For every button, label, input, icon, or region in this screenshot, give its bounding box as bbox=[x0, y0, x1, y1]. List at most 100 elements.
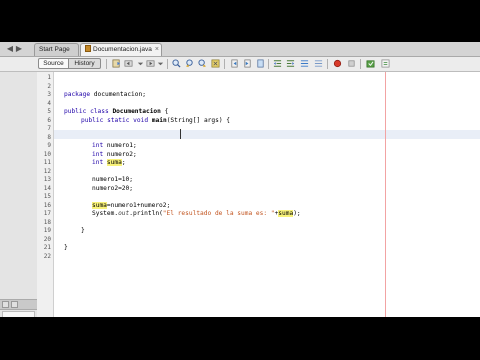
code-text: ); bbox=[293, 210, 301, 217]
line-number: 7 bbox=[47, 125, 51, 132]
line-number: 10 bbox=[43, 150, 51, 158]
video-frame: ◀ ▶ Start Page Documentacion.java × Sourc… bbox=[0, 0, 480, 360]
minimize-icon[interactable] bbox=[2, 301, 9, 308]
right-margin-line bbox=[385, 72, 386, 317]
tab-label: Documentacion.java bbox=[93, 46, 152, 53]
code-text: { bbox=[160, 108, 169, 115]
java-file-icon bbox=[85, 45, 91, 52]
keyword: public bbox=[64, 108, 87, 115]
line-number: 16 bbox=[43, 201, 51, 209]
line-number: 15 bbox=[43, 193, 51, 200]
code-text: (String[] args) { bbox=[166, 116, 231, 124]
tab-start-page[interactable]: Start Page bbox=[34, 43, 79, 56]
find-icon[interactable] bbox=[172, 59, 181, 68]
static-field: out bbox=[118, 210, 130, 217]
code-line-17: System.out.println("El resultado de la s… bbox=[92, 210, 301, 219]
code-line-6: public static void main(String[] args) { bbox=[81, 117, 230, 126]
toolbar-separator bbox=[167, 59, 168, 69]
shift-left-icon[interactable] bbox=[273, 59, 282, 68]
code-text: documentacion; bbox=[90, 91, 146, 98]
toggle-bookmark-icon[interactable] bbox=[256, 59, 265, 68]
tab-label: Start Page bbox=[39, 46, 70, 53]
code-line-9: int numero1; bbox=[92, 142, 137, 151]
code-text: ; bbox=[121, 159, 126, 166]
line-number: 9 bbox=[47, 142, 51, 149]
find-previous-icon[interactable] bbox=[185, 59, 194, 68]
tab-documentacion-java[interactable]: Documentacion.java × bbox=[80, 43, 162, 56]
code-text: =numero1+numero2; bbox=[106, 201, 171, 209]
uncomment-icon[interactable] bbox=[314, 59, 323, 68]
keyword: static void bbox=[103, 116, 152, 124]
method-name: main bbox=[151, 116, 167, 124]
code-editor[interactable]: package documentacion; public class Docu… bbox=[54, 72, 480, 317]
panel-row[interactable] bbox=[2, 311, 35, 317]
check-icon[interactable] bbox=[366, 59, 375, 68]
scroll-right-icon[interactable]: ▶ bbox=[15, 44, 23, 54]
last-edit-icon[interactable] bbox=[112, 59, 121, 68]
editor-tab-bar: ◀ ▶ Start Page Documentacion.java × bbox=[0, 42, 480, 57]
code-line-21: } bbox=[64, 244, 68, 251]
code-line-5: public class Documentacion { bbox=[64, 108, 168, 117]
back-icon[interactable] bbox=[124, 59, 133, 68]
code-line-11: int suma; bbox=[92, 159, 126, 168]
line-number: 3 bbox=[47, 91, 51, 98]
text-caret bbox=[180, 129, 181, 139]
line-number: 20 bbox=[43, 235, 51, 243]
ide-window: ◀ ▶ Start Page Documentacion.java × Sourc… bbox=[0, 42, 480, 317]
start-macro-icon[interactable] bbox=[333, 59, 342, 68]
toolbar-separator bbox=[106, 59, 107, 69]
keyword: package bbox=[64, 91, 91, 98]
string-literal: "El resultado de la suma es: " bbox=[162, 210, 275, 217]
class-name: Documentacion bbox=[112, 108, 161, 115]
keyword: public bbox=[81, 116, 104, 124]
dropdown-icon[interactable] bbox=[136, 59, 145, 68]
stop-macro-icon[interactable] bbox=[347, 59, 356, 68]
keyword: int bbox=[92, 150, 104, 158]
forward-icon[interactable] bbox=[146, 59, 155, 68]
shift-right-icon[interactable] bbox=[286, 59, 295, 68]
keyword: int bbox=[92, 142, 104, 149]
code-line-19: } bbox=[81, 227, 85, 234]
code-line-16: suma=numero1+numero2; bbox=[92, 201, 171, 211]
dropdown-icon[interactable] bbox=[156, 59, 165, 68]
toolbar-separator bbox=[268, 59, 269, 69]
history-button[interactable]: History bbox=[69, 58, 101, 69]
line-number: 19 bbox=[43, 227, 51, 234]
code-text: .println( bbox=[129, 210, 163, 217]
diff-icon[interactable] bbox=[381, 59, 390, 68]
highlighted-variable: suma bbox=[278, 210, 294, 217]
line-number-gutter: 1 2 3 4 5 6 7 8 9 10 11 12 13 14 15 16 1… bbox=[37, 72, 54, 317]
next-bookmark-icon[interactable] bbox=[243, 59, 252, 68]
scroll-left-icon[interactable]: ◀ bbox=[6, 44, 14, 54]
keyword: class bbox=[86, 108, 113, 115]
code-line-14: numero2=20; bbox=[92, 184, 133, 192]
line-number: 1 bbox=[47, 74, 51, 81]
code-text: numero2; bbox=[103, 150, 137, 158]
code-line-13: numero1=10; bbox=[92, 176, 133, 183]
line-number: 5 bbox=[47, 108, 51, 115]
line-number: 21 bbox=[43, 244, 51, 251]
find-next-icon[interactable] bbox=[198, 59, 207, 68]
highlighted-variable: suma bbox=[92, 201, 107, 209]
panel-header bbox=[0, 299, 37, 310]
source-button[interactable]: Source bbox=[38, 58, 69, 69]
highlighted-variable: suma bbox=[106, 159, 122, 166]
comment-icon[interactable] bbox=[300, 59, 309, 68]
maximize-icon[interactable] bbox=[11, 301, 18, 308]
toolbar-separator bbox=[224, 59, 225, 69]
line-number: 2 bbox=[47, 82, 51, 90]
code-line-10: int numero2; bbox=[92, 151, 137, 160]
close-tab-icon[interactable]: × bbox=[155, 46, 159, 53]
toolbar-separator bbox=[360, 59, 361, 69]
editor-toolbar: Source History bbox=[0, 57, 480, 72]
line-number: 14 bbox=[43, 184, 51, 192]
code-text: System. bbox=[92, 210, 119, 217]
line-number: 6 bbox=[47, 116, 51, 124]
line-number: 13 bbox=[43, 176, 51, 183]
line-number: 8 bbox=[47, 133, 51, 141]
line-number: 12 bbox=[43, 167, 51, 175]
line-number: 4 bbox=[47, 99, 51, 107]
previous-bookmark-icon[interactable] bbox=[230, 59, 239, 68]
navigator-panel bbox=[0, 72, 38, 317]
toggle-highlight-icon[interactable] bbox=[211, 59, 220, 68]
